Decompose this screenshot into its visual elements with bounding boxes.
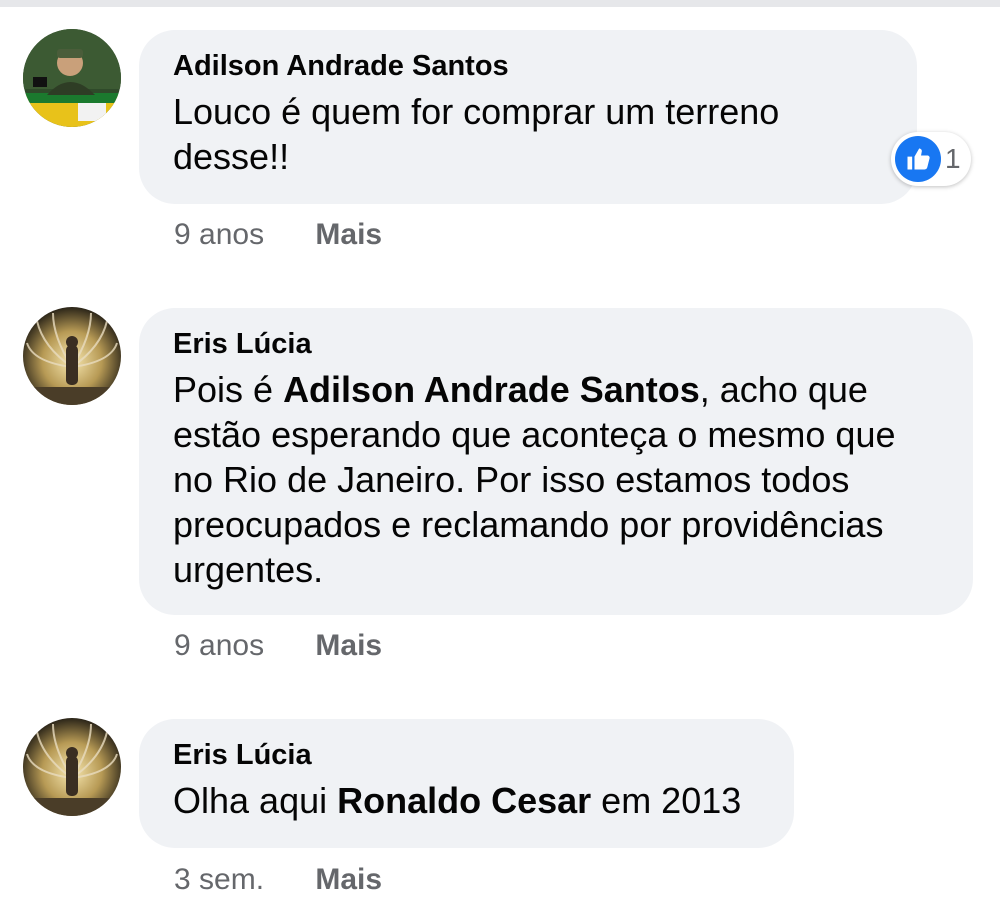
comment-bubble: Adilson Andrade Santos Louco é quem for … — [139, 30, 917, 204]
avatar[interactable] — [23, 307, 121, 405]
comment-timestamp[interactable]: 9 anos — [174, 217, 264, 253]
comment-bubble: Eris Lúcia Pois é Adilson Andrade Santos… — [139, 308, 973, 615]
comment-text: Louco é quem for comprar um terreno dess… — [173, 89, 883, 179]
more-button[interactable]: Mais — [315, 862, 382, 898]
more-button[interactable]: Mais — [315, 217, 382, 253]
comment-meta: 3 sem. Mais — [174, 862, 382, 898]
more-button[interactable]: Mais — [315, 628, 382, 664]
comment-text-part: em 2013 — [591, 780, 742, 821]
comment-text: Olha aqui Ronaldo Cesar em 2013 — [173, 778, 760, 823]
comment-author[interactable]: Eris Lúcia — [173, 325, 939, 363]
avatar[interactable] — [23, 29, 121, 127]
comment-text-part: Louco é quem for comprar um terreno dess… — [173, 91, 780, 177]
comment-text-part: Pois é — [173, 369, 284, 410]
avatar[interactable] — [23, 718, 121, 816]
comment-bubble: Eris Lúcia Olha aqui Ronaldo Cesar em 20… — [139, 719, 794, 848]
comment-author[interactable]: Eris Lúcia — [173, 736, 760, 774]
comment-meta: 9 anos Mais — [174, 217, 382, 253]
mention-link[interactable]: Adilson Andrade Santos — [283, 369, 700, 410]
comment-timestamp[interactable]: 3 sem. — [174, 862, 264, 898]
mention-link[interactable]: Ronaldo Cesar — [337, 780, 591, 821]
reaction-count: 1 — [945, 143, 961, 174]
comment-meta: 9 anos Mais — [174, 628, 382, 664]
comment-text: Pois é Adilson Andrade Santos, acho que … — [173, 367, 939, 592]
comment-text-part: Olha aqui — [173, 780, 338, 821]
top-divider — [0, 0, 1000, 7]
comment-author[interactable]: Adilson Andrade Santos — [173, 47, 883, 85]
comment-timestamp[interactable]: 9 anos — [174, 628, 264, 664]
like-icon — [895, 136, 941, 182]
reaction-badge[interactable]: 1 — [891, 132, 971, 186]
